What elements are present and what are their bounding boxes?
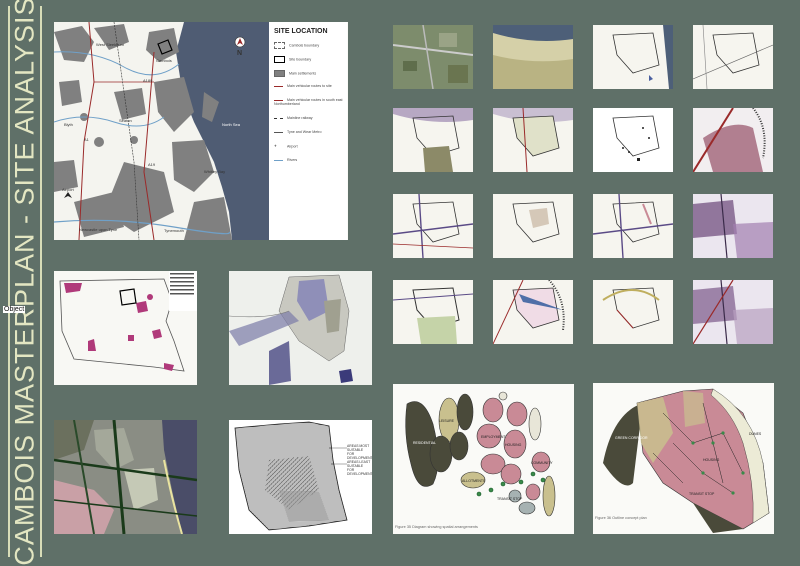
thumb-routes [693, 25, 773, 89]
site-location-legend: SITE LOCATION Cambois boundary Site boun… [269, 22, 347, 240]
thumb-aerial-photo [393, 25, 473, 89]
label-whitley-bay: Whitley Bay [204, 169, 226, 174]
thumb-core-area [493, 194, 573, 258]
legend-swatch-railway [274, 117, 283, 119]
thumb-points [593, 108, 673, 172]
north-arrow-icon [234, 36, 246, 48]
outline-plan-caption: Figure 36 Outline concept plan [595, 516, 647, 520]
outline-label-transit-stop: TRANSIT STOP [689, 492, 715, 496]
location-map-panel: N West Sleekburn Cambois North Sea A189 … [54, 22, 348, 240]
label-tynemouth: Tynemouth [164, 228, 184, 233]
outline-plan-panel: GREEN CORRIDOR HOUSING TRANSIT STOP DUNE… [593, 383, 774, 534]
label-blyth: Blyth [64, 122, 73, 127]
legend-item: Cambois boundary [274, 42, 319, 49]
thumb-purple-overlay [393, 108, 473, 172]
legend-item: ✈ Airport [274, 144, 298, 149]
legend-item: Main vehicular routes in south east Nort… [274, 98, 343, 106]
thumb-road-routes [593, 194, 673, 258]
legend-swatch-se-routes [274, 99, 283, 101]
thumb-road-network [393, 194, 473, 258]
outline-label-green-corridor: GREEN CORRIDOR [615, 436, 648, 440]
label-a189: A189 [143, 78, 153, 83]
airport-legend-icon: ✈ [274, 144, 278, 148]
land-use-plan-panel [229, 271, 372, 385]
page-title: CAMBOIS MASTERPLAN - SITE ANALYSIS [9, 0, 40, 566]
label-a1: A1 [84, 137, 89, 142]
bubble-label-leisure: LEISURE [439, 419, 455, 423]
thumb-arc-zones [693, 108, 773, 172]
object-tag: Object [3, 306, 26, 313]
settlement-plan [54, 271, 197, 385]
legend-item: Mainline railway [274, 116, 313, 120]
aerial-zoning-panel [54, 420, 197, 534]
label-seaton: Seaton [119, 118, 132, 123]
label-cambois: Cambois [156, 58, 172, 63]
land-use-plan [229, 271, 372, 385]
thumb-olive-route [593, 280, 673, 344]
legend-item: Main vehicular routes to site [274, 84, 332, 88]
label-airport: Airport [62, 187, 74, 192]
outline-concept-plan: GREEN CORRIDOR HOUSING TRANSIT STOP DUNE… [593, 383, 774, 534]
thumb-green-area [393, 280, 473, 344]
bubble-label-residential: RESIDENTIAL [413, 441, 436, 445]
legend-swatch-boundary [274, 42, 285, 49]
legend-swatch-site [274, 56, 285, 63]
bubble-diagram-panel: RESIDENTIAL LEISURE EMPLOYMENT HOUSING A… [393, 384, 574, 534]
legend-swatch-rivers [274, 159, 283, 161]
outline-label-housing: HOUSING [703, 458, 720, 462]
thumb-site-outline [593, 25, 673, 89]
legend-swatch-main-routes [274, 85, 283, 87]
aerial-zoning-map [54, 420, 197, 534]
suitability-hatch-panel: AREAS MOST SUITABLE FOR DEVELOPMENT AREA… [229, 420, 372, 534]
legend-item: Rivers [274, 158, 297, 162]
suitability-hatch-map [229, 420, 372, 534]
thumb-topography [493, 25, 573, 89]
bubble-label-housing: HOUSING [505, 443, 522, 447]
legend-swatch-settlements [274, 70, 285, 77]
bubble-label-employment: EMPLOYMENT [481, 435, 506, 439]
legend-item: Site boundary [274, 56, 311, 63]
hatch-label-most-suitable: AREAS MOST SUITABLE FOR DEVELOPMENT [347, 444, 372, 460]
settlement-plan-panel [54, 271, 197, 385]
outline-label-dunes: DUNES [749, 432, 762, 436]
legend-swatch-metro [274, 131, 283, 133]
north-label: N [237, 50, 243, 57]
label-newcastle: Newcastle upon Tyne [79, 227, 118, 232]
bubble-diagram-caption: Figure 35 Diagram showing spatial arrang… [395, 525, 478, 529]
bubble-diagram: RESIDENTIAL LEISURE EMPLOYMENT HOUSING A… [393, 384, 574, 534]
bubble-label-transit-stop: TRANSIT STOP [497, 497, 523, 501]
thumb-rail-line [493, 108, 573, 172]
label-a19: A19 [148, 162, 156, 167]
legend-item: Main settlements [274, 70, 316, 77]
thumb-blue-wedge [493, 280, 573, 344]
legend-title: SITE LOCATION [274, 28, 328, 35]
vertical-title-block: CAMBOIS MASTERPLAN - SITE ANALYSIS [8, 0, 42, 566]
hatch-label-least-suitable: AREAS LEAST SUITABLE FOR DEVELOPMENT [347, 460, 372, 476]
bubble-label-community: COMMUNITY [531, 461, 553, 465]
label-north-sea: North Sea [222, 122, 241, 127]
thumb-composite-zones [693, 280, 773, 344]
label-west-sleekburn: West Sleekburn [96, 42, 125, 47]
thumb-purple-zones [693, 194, 773, 258]
bubble-label-allotments: ALLOTMENTS [462, 479, 486, 483]
legend-item: Tyne and Wear Metro [274, 130, 322, 134]
